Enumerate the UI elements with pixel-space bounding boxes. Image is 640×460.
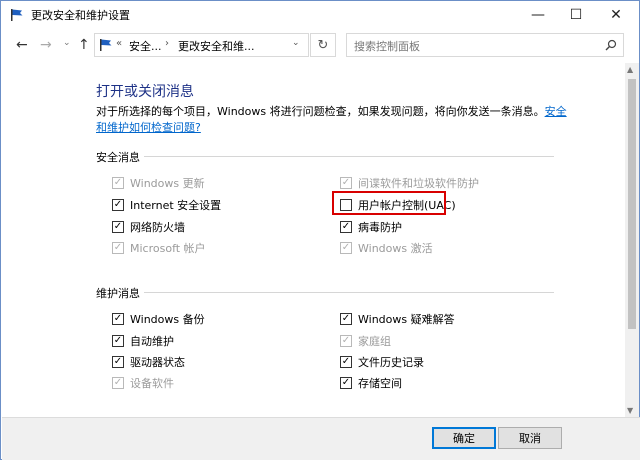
vertical-scrollbar[interactable]: ▲ ▼ bbox=[625, 63, 639, 417]
checkbox[interactable]: ✓ bbox=[112, 313, 124, 325]
checkbox[interactable]: ✓ bbox=[340, 313, 352, 325]
content-pane: 打开或关闭消息 对于所选择的每个项目，Windows 将进行问题检查，如果发现问… bbox=[2, 63, 624, 417]
back-arrow-icon[interactable]: ← bbox=[16, 37, 28, 53]
scroll-down-icon[interactable]: ▼ bbox=[627, 406, 633, 415]
checkbox-label: 病毒防护 bbox=[358, 221, 402, 234]
settings-window: 更改安全和维护设置 — ☐ ✕ ← → ⌄ ↑ « 安全... › 更改安全和维… bbox=[0, 0, 640, 460]
navigation-bar: ← → ⌄ ↑ « 安全... › 更改安全和维... ⌄ ↻ 搜索控制面板 bbox=[1, 29, 639, 63]
chevron-down-icon[interactable]: ⌄ bbox=[292, 38, 300, 48]
minimize-button[interactable]: — bbox=[523, 1, 553, 29]
checkbox-spyware-protection[interactable]: ✓ 间谍软件和垃圾软件防护 bbox=[340, 175, 479, 191]
checkbox-label: Windows 疑难解答 bbox=[358, 313, 455, 326]
checkbox-windows-activation[interactable]: ✓ Windows 激活 bbox=[340, 240, 433, 256]
checkbox[interactable]: ✓ bbox=[112, 335, 124, 347]
checkbox-file-history[interactable]: ✓ 文件历史记录 bbox=[340, 354, 424, 370]
checkbox-label: Microsoft 帐户 bbox=[130, 242, 206, 255]
checkbox-device-software[interactable]: ✓ 设备软件 bbox=[112, 375, 174, 391]
refresh-icon: ↻ bbox=[317, 37, 329, 53]
flag-icon bbox=[11, 9, 23, 21]
checkbox-storage-spaces[interactable]: ✓ 存储空间 bbox=[340, 375, 402, 391]
checkbox[interactable]: ✓ bbox=[340, 377, 352, 389]
uac-highlight-box bbox=[332, 191, 446, 215]
checkbox[interactable]: ✓ bbox=[340, 221, 352, 233]
checkbox-windows-backup[interactable]: ✓ Windows 备份 bbox=[112, 311, 205, 327]
checkbox-windows-update[interactable]: ✓ Windows 更新 bbox=[112, 175, 205, 191]
checkbox-label: Windows 备份 bbox=[130, 313, 205, 326]
maximize-button[interactable]: ☐ bbox=[561, 1, 591, 29]
checkbox-label: Windows 更新 bbox=[130, 177, 205, 190]
forward-arrow-icon[interactable]: → bbox=[40, 37, 52, 53]
checkbox[interactable]: ✓ bbox=[112, 377, 124, 389]
checkbox[interactable]: ✓ bbox=[340, 335, 352, 347]
checkbox[interactable]: ✓ bbox=[112, 199, 124, 211]
checkbox-label: 家庭组 bbox=[358, 335, 391, 348]
page-description: 对于所选择的每个项目，Windows 将进行问题检查，如果发现问题，将向你发送一… bbox=[96, 104, 576, 136]
checkbox-label: 设备软件 bbox=[130, 377, 174, 390]
up-arrow-icon[interactable]: ↑ bbox=[78, 37, 90, 53]
checkbox-label: 文件历史记录 bbox=[358, 356, 424, 369]
address-segment-settings[interactable]: 更改安全和维... bbox=[178, 38, 255, 54]
flag-icon bbox=[100, 39, 112, 51]
checkbox-label: 驱动器状态 bbox=[130, 356, 185, 369]
checkbox[interactable]: ✓ bbox=[112, 221, 124, 233]
checkbox[interactable]: ✓ bbox=[340, 356, 352, 368]
checkbox-label: Windows 激活 bbox=[358, 242, 433, 255]
page-title: 打开或关闭消息 bbox=[96, 84, 194, 100]
checkbox[interactable]: ✓ bbox=[112, 177, 124, 189]
checkbox[interactable]: ✓ bbox=[112, 242, 124, 254]
search-box[interactable]: 搜索控制面板 bbox=[346, 33, 624, 57]
checkbox-drive-status[interactable]: ✓ 驱动器状态 bbox=[112, 354, 185, 370]
cancel-button[interactable]: 取消 bbox=[498, 427, 562, 449]
divider bbox=[144, 292, 554, 293]
recent-locations-icon[interactable]: ⌄ bbox=[63, 38, 71, 48]
address-bar[interactable]: « 安全... › 更改安全和维... ⌄ bbox=[94, 33, 309, 57]
checkbox-label: 网络防火墙 bbox=[130, 221, 185, 234]
checkbox-label: 间谍软件和垃圾软件防护 bbox=[358, 177, 479, 190]
checkbox-label: 存储空间 bbox=[358, 377, 402, 390]
checkbox[interactable]: ✓ bbox=[340, 177, 352, 189]
maintenance-messages-label: 维护消息 bbox=[96, 287, 140, 300]
checkbox-label: Internet 安全设置 bbox=[130, 199, 222, 212]
window-title: 更改安全和维护设置 bbox=[31, 9, 130, 22]
checkbox-homegroup[interactable]: ✓ 家庭组 bbox=[340, 333, 391, 349]
close-button[interactable]: ✕ bbox=[601, 1, 631, 29]
checkbox-windows-troubleshooting[interactable]: ✓ Windows 疑难解答 bbox=[340, 311, 455, 327]
checkbox[interactable]: ✓ bbox=[112, 356, 124, 368]
search-input[interactable]: 搜索控制面板 bbox=[354, 38, 420, 54]
address-overflow-icon[interactable]: « bbox=[116, 38, 122, 49]
ok-button[interactable]: 确定 bbox=[432, 427, 496, 449]
dialog-footer: 确定 取消 bbox=[2, 417, 640, 460]
checkbox-label: 自动维护 bbox=[130, 335, 174, 348]
refresh-button[interactable]: ↻ bbox=[310, 33, 336, 57]
description-text: 对于所选择的每个项目，Windows 将进行问题检查，如果发现问题，将向你发送一… bbox=[96, 105, 545, 118]
checkbox-virus-protection[interactable]: ✓ 病毒防护 bbox=[340, 219, 402, 235]
checkbox-network-firewall[interactable]: ✓ 网络防火墙 bbox=[112, 219, 185, 235]
checkbox[interactable]: ✓ bbox=[340, 242, 352, 254]
address-segment-security[interactable]: 安全... bbox=[129, 38, 162, 54]
title-bar: 更改安全和维护设置 — ☐ ✕ bbox=[1, 1, 639, 29]
chevron-right-icon[interactable]: › bbox=[165, 38, 169, 49]
scroll-up-icon[interactable]: ▲ bbox=[627, 65, 633, 74]
divider bbox=[144, 156, 554, 157]
checkbox-internet-security[interactable]: ✓ Internet 安全设置 bbox=[112, 197, 221, 213]
checkbox-microsoft-account[interactable]: ✓ Microsoft 帐户 bbox=[112, 240, 206, 256]
checkbox-automatic-maintenance[interactable]: ✓ 自动维护 bbox=[112, 333, 174, 349]
scrollbar-thumb[interactable] bbox=[628, 79, 636, 329]
security-messages-label: 安全消息 bbox=[96, 151, 140, 164]
search-icon[interactable] bbox=[605, 39, 617, 51]
